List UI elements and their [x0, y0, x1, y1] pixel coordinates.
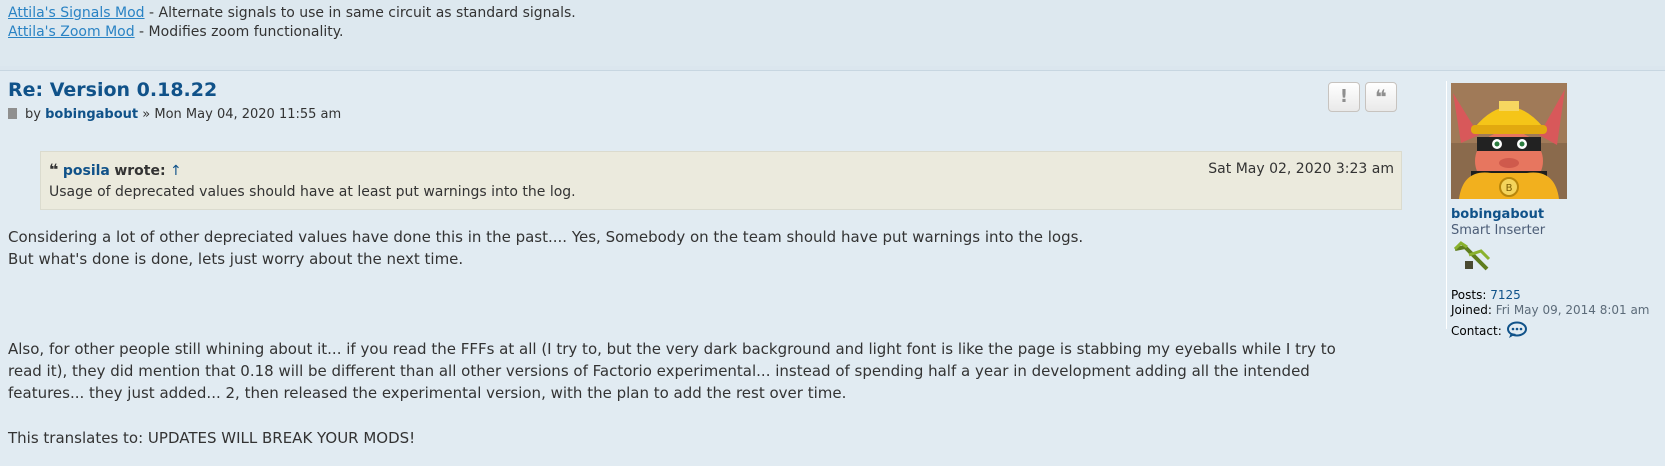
mod-line-zoom: Attila's Zoom Mod - Modifies zoom functi…: [8, 23, 344, 41]
by-label: by: [25, 107, 41, 122]
profile-posts: Posts: 7125: [1451, 288, 1521, 302]
post-body-line-2: But what's done is done, lets just worry…: [8, 250, 464, 268]
mod-line-signals: Attila's Signals Mod - Alternate signals…: [8, 4, 576, 22]
quote-mark-icon: ❝: [49, 160, 59, 179]
quote-block: ❝ posila wrote: ↑ Sat May 02, 2020 3:23 …: [40, 151, 1402, 210]
post-profile: B bobingabout Smart Inserter Posts: 7125…: [1446, 81, 1665, 338]
mod-link-signals[interactable]: Attila's Signals Mod: [8, 5, 145, 21]
post: Re: Version 0.18.22 by bobingabout » Mon…: [0, 70, 1665, 466]
quote-source-arrow-icon[interactable]: ↑: [170, 163, 182, 179]
profile-joined: Joined: Fri May 09, 2014 8:01 am: [1451, 303, 1650, 317]
report-button[interactable]: !: [1328, 82, 1360, 112]
post-body-line-4: read it), they did mention that 0.18 wil…: [8, 362, 1310, 380]
quote-button[interactable]: ❝: [1365, 82, 1397, 112]
posts-label: Posts:: [1451, 288, 1487, 302]
profile-username[interactable]: bobingabout: [1451, 207, 1544, 222]
mod-desc-zoom: - Modifies zoom functionality.: [134, 24, 344, 40]
report-icon: !: [1339, 86, 1349, 107]
post-author-link[interactable]: bobingabout: [45, 107, 138, 122]
post-body-line-6: This translates to: UPDATES WILL BREAK Y…: [8, 429, 416, 447]
post-body-line-1: Considering a lot of other depreciated v…: [8, 228, 1084, 246]
previous-post-footer: Attila's Signals Mod - Alternate signals…: [0, 0, 1665, 66]
author-date-separator: »: [142, 107, 151, 122]
mod-desc-signals: - Alternate signals to use in same circu…: [144, 5, 576, 21]
post-author-line: by bobingabout » Mon May 04, 2020 11:55 …: [8, 107, 341, 122]
mod-link-zoom[interactable]: Attila's Zoom Mod: [8, 24, 135, 40]
contact-bubble-icon[interactable]: [1506, 321, 1528, 342]
quote-wrote-label: wrote:: [114, 163, 166, 179]
quote-header: ❝ posila wrote: ↑: [49, 160, 182, 179]
joined-date: Fri May 09, 2014 8:01 am: [1495, 303, 1650, 317]
profile-rank: Smart Inserter: [1451, 223, 1546, 238]
post-body-line-5: features... they just added... 2, then r…: [8, 384, 847, 402]
joined-label: Joined:: [1451, 303, 1492, 317]
quote-text: Usage of deprecated values should have a…: [49, 184, 576, 200]
quote-date: Sat May 02, 2020 3:23 am: [1208, 161, 1394, 177]
svg-text:B: B: [1506, 183, 1513, 194]
avatar[interactable]: B: [1451, 83, 1567, 199]
quote-icon: ❝: [1375, 85, 1387, 109]
contact-label: Contact:: [1451, 324, 1502, 338]
post-title[interactable]: Re: Version 0.18.22: [8, 79, 217, 101]
document-icon[interactable]: [8, 108, 17, 119]
posts-count-link[interactable]: 7125: [1490, 288, 1521, 302]
rank-image: [1451, 239, 1493, 275]
quote-author-link[interactable]: posila: [63, 163, 110, 179]
profile-contact: Contact:: [1451, 321, 1528, 342]
post-body-line-3: Also, for other people still whining abo…: [8, 340, 1336, 358]
post-date: Mon May 04, 2020 11:55 am: [154, 107, 342, 122]
